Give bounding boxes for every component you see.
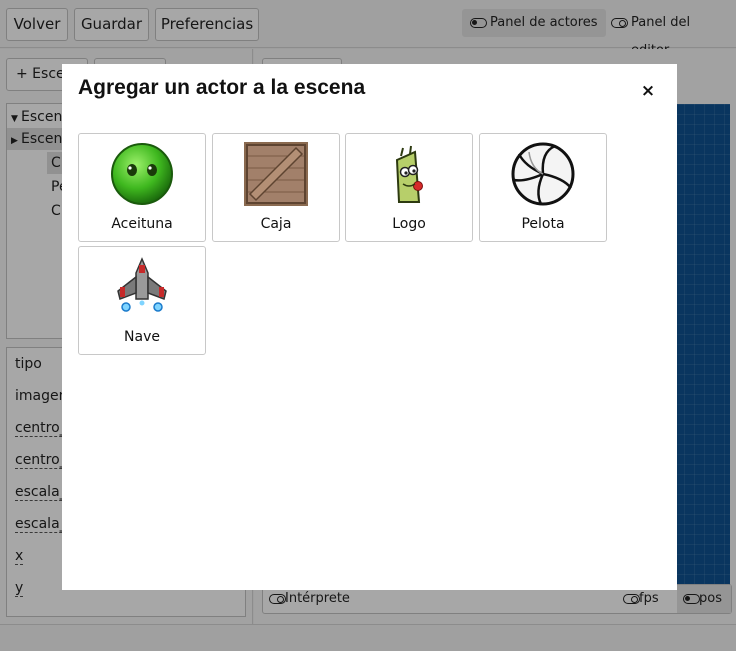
actor-card-pelota[interactable]: Pelota — [479, 133, 607, 242]
actor-card-aceituna[interactable]: Aceituna — [78, 133, 206, 242]
ball-icon — [511, 142, 575, 206]
add-actor-dialog: Agregar un actor a la escena × Aceituna … — [62, 64, 677, 590]
close-icon: × — [640, 81, 656, 101]
dialog-title: Agregar un actor a la escena — [78, 76, 366, 99]
spaceship-icon — [117, 257, 167, 312]
actor-card-logo[interactable]: Logo — [345, 133, 473, 242]
crate-icon — [244, 142, 308, 206]
actor-label: Pelota — [521, 216, 565, 232]
actor-label: Logo — [392, 216, 426, 232]
actor-card-caja[interactable]: Caja — [212, 133, 340, 242]
logo-icon — [395, 145, 423, 203]
close-button[interactable]: × — [637, 80, 659, 102]
actor-label: Nave — [124, 329, 160, 345]
actor-card-nave[interactable]: Nave — [78, 246, 206, 355]
actor-label: Caja — [260, 216, 292, 232]
actor-label: Aceituna — [111, 216, 173, 232]
olive-icon — [111, 143, 173, 205]
